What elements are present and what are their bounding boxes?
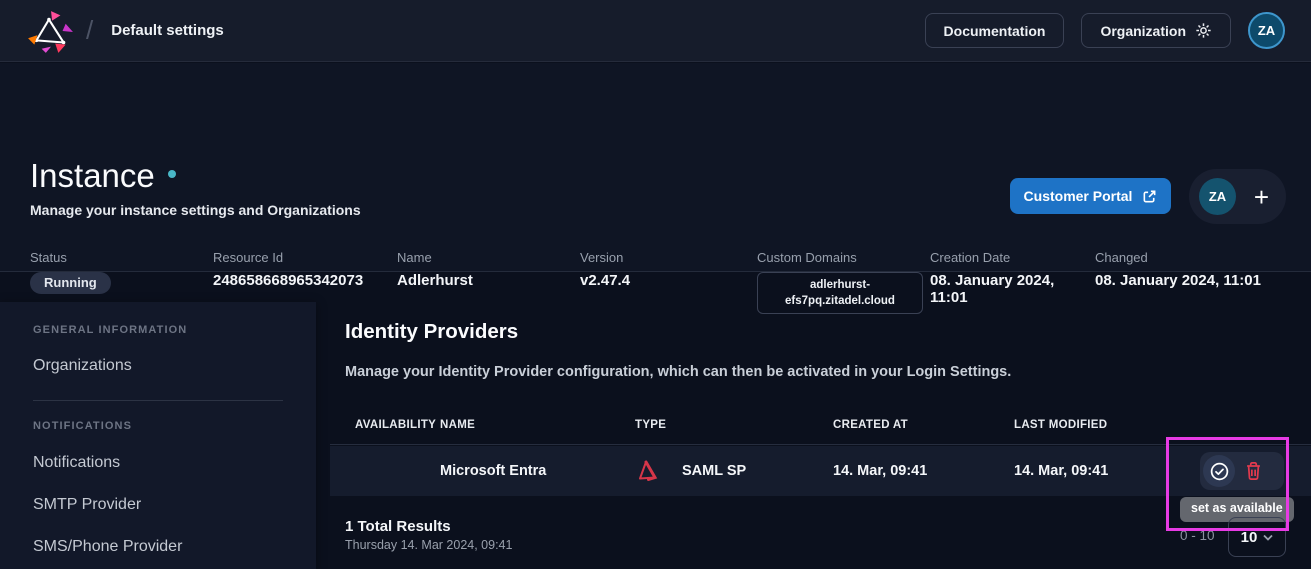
- organization-button[interactable]: Organization: [1081, 13, 1231, 48]
- add-instance-icon[interactable]: +: [1254, 184, 1269, 210]
- sidebar-item-smtp-provider[interactable]: SMTP Provider: [33, 496, 141, 514]
- page-size-select[interactable]: 10: [1228, 517, 1286, 557]
- documentation-button[interactable]: Documentation: [925, 13, 1065, 48]
- info-label-custom-domains: Custom Domains: [757, 250, 930, 265]
- row-created-at: 14. Mar, 09:41: [833, 446, 927, 496]
- organization-button-label: Organization: [1100, 23, 1186, 39]
- top-bar: / Default settings Documentation Organiz…: [0, 0, 1311, 62]
- instance-avatar[interactable]: ZA: [1199, 178, 1236, 215]
- info-field-creation-date: Creation Date 08. January 2024, 11:01: [930, 250, 1095, 314]
- section-description: Manage your Identity Provider configurat…: [345, 364, 1011, 380]
- info-label-name: Name: [397, 250, 580, 265]
- sidebar-item-notifications[interactable]: Notifications: [33, 454, 120, 472]
- row-type: SAML SP: [682, 446, 746, 496]
- info-field-custom-domains: Custom Domains adlerhurst-efs7pq.zitadel…: [757, 250, 930, 314]
- sidebar-section-notifications: NOTIFICATIONS: [33, 420, 132, 432]
- delete-button[interactable]: [1244, 461, 1263, 481]
- settings-sidebar: GENERAL INFORMATION Organizations NOTIFI…: [0, 302, 316, 569]
- row-name: Microsoft Entra: [440, 446, 546, 496]
- info-label-creation-date: Creation Date: [930, 250, 1095, 265]
- saml-provider-icon: [633, 458, 659, 484]
- table-row[interactable]: Microsoft Entra SAML SP 14. Mar, 09:41 1…: [330, 446, 1311, 496]
- custom-domain-chip[interactable]: adlerhurst-efs7pq.zitadel.cloud: [757, 272, 923, 314]
- page-title-text: Instance: [30, 157, 155, 195]
- row-last-modified: 14. Mar, 09:41: [1014, 446, 1108, 496]
- documentation-button-label: Documentation: [944, 23, 1046, 39]
- sidebar-item-organizations[interactable]: Organizations: [33, 357, 132, 375]
- total-results: 1 Total Results: [345, 518, 451, 535]
- results-timestamp: Thursday 14. Mar 2024, 09:41: [345, 538, 512, 552]
- sidebar-item-sms-phone-provider[interactable]: SMS/Phone Provider: [33, 538, 182, 556]
- page-size-value: 10: [1241, 529, 1258, 546]
- trash-icon: [1244, 461, 1263, 481]
- column-header-last-modified: LAST MODIFIED: [1014, 419, 1107, 431]
- breadcrumb[interactable]: Default settings: [111, 22, 224, 39]
- customer-portal-button[interactable]: Customer Portal: [1010, 178, 1171, 214]
- zitadel-logo-icon[interactable]: [26, 9, 74, 53]
- info-value-version: v2.47.4: [580, 272, 757, 289]
- external-link-icon: [1142, 189, 1157, 204]
- instance-avatar-pill: ZA +: [1189, 169, 1286, 224]
- customer-portal-label: Customer Portal: [1024, 188, 1133, 204]
- idp-table-header: AVAILABILITY NAME TYPE CREATED AT LAST M…: [330, 405, 1311, 445]
- user-avatar[interactable]: ZA: [1248, 12, 1285, 49]
- instance-status-dot: [168, 170, 176, 178]
- info-value-resource-id: 248658668965342073: [213, 272, 397, 289]
- column-header-created-at: CREATED AT: [833, 419, 908, 431]
- row-actions: [1200, 452, 1284, 490]
- info-label-changed: Changed: [1095, 250, 1261, 265]
- column-header-type: TYPE: [635, 419, 666, 431]
- pagination-range: 0 - 10: [1180, 528, 1215, 543]
- info-label-resource-id: Resource Id: [213, 250, 397, 265]
- sidebar-divider: [33, 400, 283, 401]
- info-field-changed: Changed 08. January 2024, 11:01: [1095, 250, 1261, 314]
- column-header-name: NAME: [440, 419, 475, 431]
- set-available-button[interactable]: [1203, 455, 1235, 487]
- section-title: Identity Providers: [345, 320, 518, 344]
- check-circle-icon: [1209, 461, 1230, 482]
- info-label-version: Version: [580, 250, 757, 265]
- info-value-creation-date: 08. January 2024, 11:01: [930, 272, 1095, 306]
- column-header-availability: AVAILABILITY: [355, 419, 436, 431]
- info-field-version: Version v2.47.4: [580, 250, 757, 314]
- chevron-down-icon: [1263, 534, 1273, 541]
- page-title: Instance: [30, 157, 176, 195]
- info-label-status: Status: [30, 250, 213, 265]
- gear-icon: [1195, 22, 1212, 39]
- page-subtitle: Manage your instance settings and Organi…: [30, 202, 361, 218]
- instance-header: Instance Manage your instance settings a…: [0, 63, 1311, 272]
- sidebar-section-general-information: GENERAL INFORMATION: [33, 324, 187, 336]
- info-value-changed: 08. January 2024, 11:01: [1095, 272, 1261, 289]
- breadcrumb-separator: /: [86, 15, 93, 46]
- info-value-name: Adlerhurst: [397, 272, 580, 289]
- status-badge: Running: [30, 272, 111, 294]
- info-field-name: Name Adlerhurst: [397, 250, 580, 314]
